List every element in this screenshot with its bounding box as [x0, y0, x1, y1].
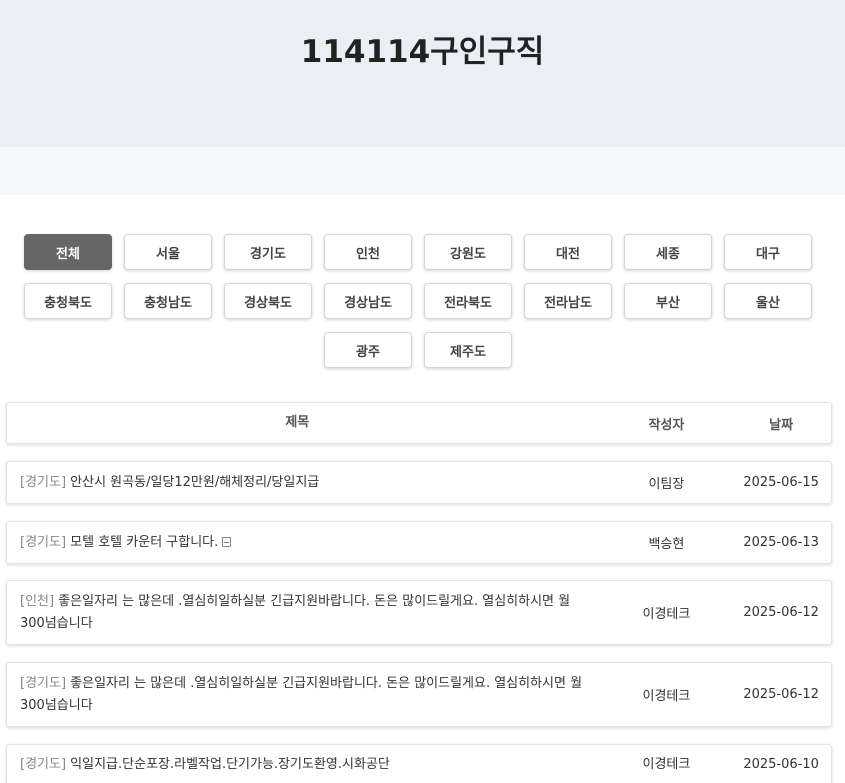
post-date: 2025-06-12 [743, 605, 819, 620]
post-title[interactable]: [경기도] 익일지급.단순포장.라벨작업.단기가능.장기도환영.시화공단 [7, 754, 602, 776]
region-button-ulsan[interactable]: 울산 [724, 283, 812, 319]
post-date: 2025-06-15 [743, 475, 819, 490]
post-author: 이경테크 [642, 689, 691, 704]
header-date: 날짜 [769, 417, 794, 433]
post-title-text[interactable]: 좋은일자리 는 많은데 .열심히일하실분 긴급지원바랍니다. 돈은 많이드릴게요… [20, 676, 582, 713]
sub-bar [0, 147, 845, 195]
post-title[interactable]: [경기도] 좋은일자리 는 많은데 .열심히일하실분 긴급지원바랍니다. 돈은 … [7, 673, 602, 717]
post-date: 2025-06-12 [743, 687, 819, 702]
post-author: 백승현 [648, 537, 685, 552]
region-button-incheon[interactable]: 인천 [324, 234, 412, 270]
post-region-tag: [경기도] [20, 757, 67, 772]
site-title[interactable]: 114114구인구직 [301, 0, 545, 147]
region-button-sejong[interactable]: 세종 [624, 234, 712, 270]
post-author: 이경테크 [642, 757, 691, 772]
site-header: 114114구인구직 [0, 0, 845, 147]
post-region-tag: [경기도] [20, 474, 67, 490]
post-title-text[interactable]: 안산시 원곡동/일당12만원/해체정리/당일지급 [70, 475, 319, 490]
post-region-tag: [인천] [20, 593, 55, 609]
post-title-text[interactable]: 좋은일자리 는 많은데 .열심히일하실분 긴급지원바랍니다. 돈은 많이드릴게요… [20, 594, 570, 631]
region-button-all[interactable]: 전체 [24, 234, 112, 270]
region-filter: 전체 서울 경기도 인천 강원도 대전 세종 대구 충청북도 충청남도 경상북도… [0, 195, 845, 395]
table-header: 제목 작성자 날짜 [6, 402, 832, 444]
region-button-daejeon[interactable]: 대전 [524, 234, 612, 270]
post-row[interactable]: [경기도] 모텔 호텔 카운터 구합니다. 백승현 2025-06-13 [6, 521, 832, 564]
post-date: 2025-06-13 [743, 535, 819, 550]
post-row[interactable]: [경기도] 안산시 원곡동/일당12만원/해체정리/당일지급 이팀장 2025-… [6, 461, 832, 504]
post-region-tag: [경기도] [20, 534, 67, 550]
region-button-jeju[interactable]: 제주도 [424, 332, 512, 368]
post-region-tag: [경기도] [20, 675, 67, 691]
region-button-jeonbuk[interactable]: 전라북도 [424, 283, 512, 319]
post-row[interactable]: [경기도] 좋은일자리 는 많은데 .열심히일하실분 긴급지원바랍니다. 돈은 … [6, 662, 832, 727]
attachment-icon [222, 536, 232, 547]
post-title-text[interactable]: 익일지급.단순포장.라벨작업.단기가능.장기도환영.시화공단 [70, 757, 390, 772]
region-button-busan[interactable]: 부산 [624, 283, 712, 319]
post-row[interactable]: [경기도] 익일지급.단순포장.라벨작업.단기가능.장기도환영.시화공단 이경테… [6, 744, 832, 783]
post-date: 2025-06-10 [743, 757, 819, 772]
header-author: 작성자 [648, 417, 685, 433]
region-button-gyeongbuk[interactable]: 경상북도 [224, 283, 312, 319]
post-author: 이경테크 [642, 607, 691, 622]
region-button-gangwon[interactable]: 강원도 [424, 234, 512, 270]
post-title[interactable]: [경기도] 모텔 호텔 카운터 구합니다. [7, 532, 602, 554]
post-row[interactable]: [인천] 좋은일자리 는 많은데 .열심히일하실분 긴급지원바랍니다. 돈은 많… [6, 580, 832, 645]
region-button-chungnam[interactable]: 충청남도 [124, 283, 212, 319]
header-title: 제목 [285, 415, 310, 430]
post-title-text[interactable]: 모텔 호텔 카운터 구합니다. [70, 535, 218, 550]
region-button-gwangju[interactable]: 광주 [324, 332, 412, 368]
region-button-gyeonggi[interactable]: 경기도 [224, 234, 312, 270]
post-title[interactable]: [경기도] 안산시 원곡동/일당12만원/해체정리/당일지급 [7, 472, 602, 494]
region-button-jeonnam[interactable]: 전라남도 [524, 283, 612, 319]
post-author: 이팀장 [648, 477, 685, 492]
post-title[interactable]: [인천] 좋은일자리 는 많은데 .열심히일하실분 긴급지원바랍니다. 돈은 많… [7, 591, 602, 635]
region-button-chungbuk[interactable]: 충청북도 [24, 283, 112, 319]
region-button-daegu[interactable]: 대구 [724, 234, 812, 270]
region-button-gyeongnam[interactable]: 경상남도 [324, 283, 412, 319]
region-button-seoul[interactable]: 서울 [124, 234, 212, 270]
